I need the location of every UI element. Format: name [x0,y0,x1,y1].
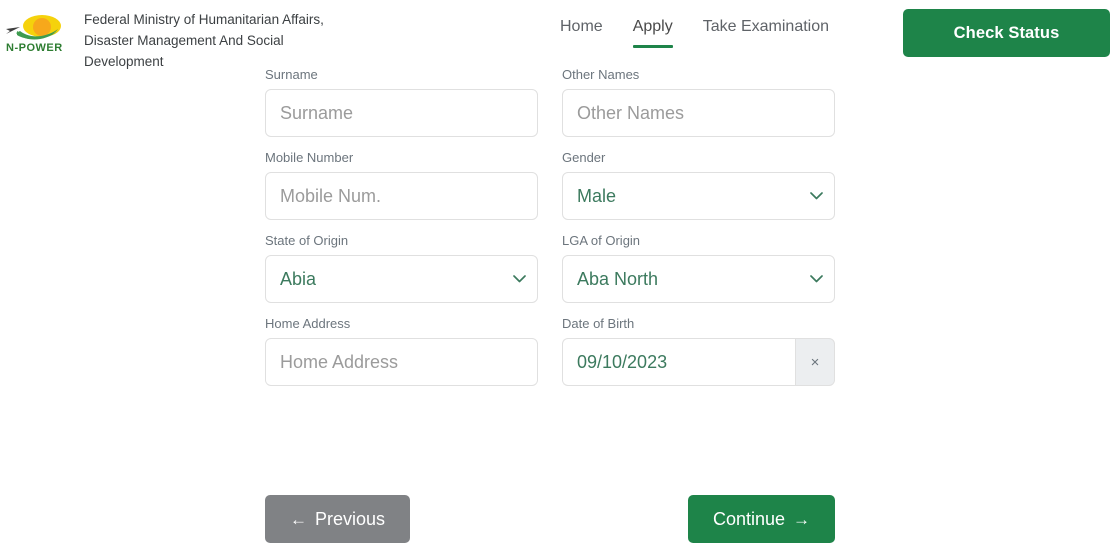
field-date-of-birth: Date of Birth × [562,315,835,386]
field-state-of-origin: State of Origin Abia [265,232,538,303]
date-of-birth-group: × [562,338,835,386]
form-row-origin: State of Origin Abia LGA of Origin [265,232,865,303]
field-other-names: Other Names [562,66,835,137]
gender-select-wrap: Male [562,172,835,220]
mobile-number-label: Mobile Number [265,149,538,167]
field-gender: Gender Male [562,149,835,220]
other-names-label: Other Names [562,66,835,84]
main-nav: Home Apply Take Examination [560,18,829,48]
lga-select-wrap: Aba North [562,255,835,303]
date-of-birth-label: Date of Birth [562,315,835,333]
site-header: N-POWER Federal Ministry of Humanitarian… [0,0,1120,66]
previous-button[interactable]: ← Previous [265,495,410,543]
continue-button[interactable]: Continue → [688,495,835,543]
surname-label: Surname [265,66,538,84]
form-actions: ← Previous Continue → [265,495,835,543]
home-address-input[interactable] [265,338,538,386]
gender-select[interactable]: Male [562,172,835,220]
other-names-input[interactable] [562,89,835,137]
date-of-birth-input[interactable] [562,338,795,386]
field-lga-of-origin: LGA of Origin Aba North [562,232,835,303]
arrow-left-icon: ← [290,511,307,528]
state-of-origin-select[interactable]: Abia [265,255,538,303]
nav-item-take-examination[interactable]: Take Examination [703,18,829,48]
continue-button-label: Continue [713,509,785,530]
mobile-number-input[interactable] [265,172,538,220]
application-form-page: N-POWER Federal Ministry of Humanitarian… [0,0,1120,549]
clear-date-button[interactable]: × [795,338,835,386]
field-mobile-number: Mobile Number [265,149,538,220]
ministry-title: Federal Ministry of Humanitarian Affairs… [84,4,324,72]
state-select-wrap: Abia [265,255,538,303]
form-row-names: Surname Other Names [265,66,865,137]
form-row-mobile-gender: Mobile Number Gender Male [265,149,865,220]
field-home-address: Home Address [265,315,538,386]
home-address-label: Home Address [265,315,538,333]
gender-label: Gender [562,149,835,167]
form-row-address-dob: Home Address Date of Birth × [265,315,865,386]
nav-item-apply[interactable]: Apply [633,18,673,48]
surname-input[interactable] [265,89,538,137]
ministry-title-line-1: Federal Ministry of Humanitarian Affairs… [84,9,324,30]
lga-of-origin-select[interactable]: Aba North [562,255,835,303]
check-status-button[interactable]: Check Status [903,9,1110,57]
applicant-details-form: Surname Other Names Mobile Number Gender… [265,66,865,398]
field-surname: Surname [265,66,538,137]
arrow-right-icon: → [793,511,810,528]
previous-button-label: Previous [315,509,385,530]
nav-item-home[interactable]: Home [560,18,603,48]
lga-of-origin-label: LGA of Origin [562,232,835,250]
svg-text:N-POWER: N-POWER [6,42,63,54]
state-of-origin-label: State of Origin [265,232,538,250]
npower-logo: N-POWER [4,6,70,54]
ministry-title-line-2: Disaster Management And Social [84,30,324,51]
brand-block: N-POWER Federal Ministry of Humanitarian… [0,0,324,72]
